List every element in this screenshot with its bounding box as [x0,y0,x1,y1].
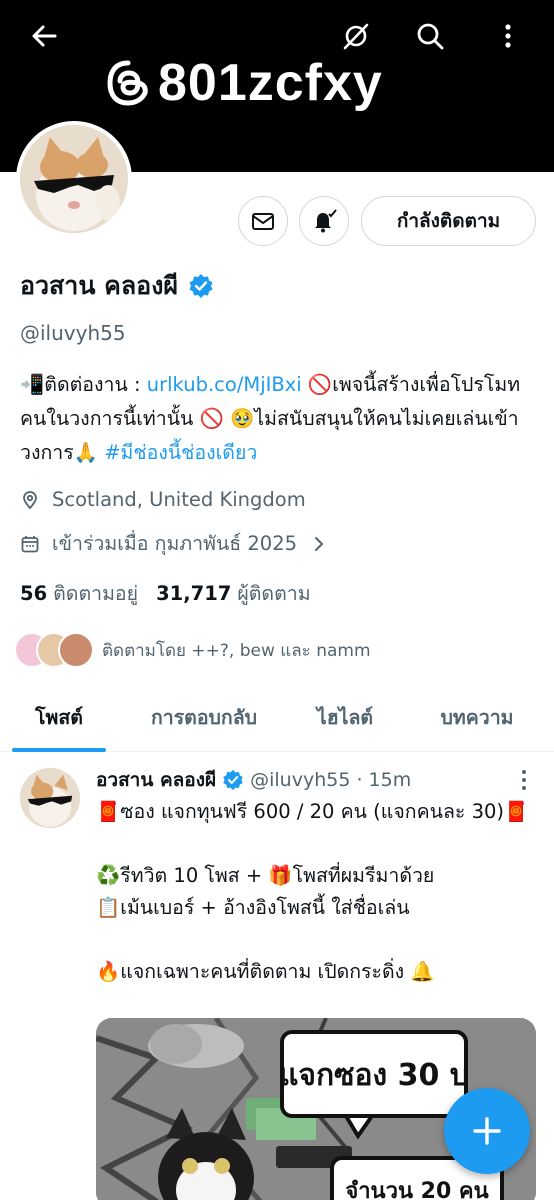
calendar-icon [21,535,39,552]
followers-label: ผู้ติดตาม [237,582,311,605]
location-row: Scotland, United Kingdom [20,488,306,511]
post-author-name[interactable]: อวสาน คลองผี [96,765,216,795]
location-text: Scotland, United Kingdom [52,488,306,511]
following-count-link[interactable]: 56 ติดตามอยู่ [20,578,138,609]
tab-label: โพสต์ [35,705,83,729]
verified-badge-icon [223,769,243,791]
following-label: ติดตามอยู่ [53,582,139,605]
profile-avatar[interactable] [16,121,132,237]
bio-prefix: 📲ติดต่องาน : [20,373,147,396]
joined-row[interactable]: เข้าร่วมเมื่อ กุมภาพันธ์ 2025 [20,528,329,559]
bio-hashtag[interactable]: #มีช่องนี้ช่องเดียว [104,441,257,464]
profile-handle: @iluvyh55 [20,321,126,345]
followed-by-row[interactable]: ติดตามโดย ++?, bew และ namm [14,632,371,668]
envelope-icon [252,213,274,230]
verified-badge-icon [189,274,213,298]
tab-articles[interactable]: บทความ [400,682,554,752]
tab-label: บทความ [440,705,514,729]
post-author-handle: @iluvyh55 [250,769,351,791]
profile-bio: 📲ติดต่องาน : urlkub.co/MjIBxi 🚫เพจนี้สร้… [20,368,540,470]
tab-posts[interactable]: โพสต์ [0,682,118,752]
post-time: · 15m [356,769,412,791]
post-avatar[interactable] [20,768,80,828]
followers-count: 31,717 [156,582,232,605]
post-text: 🧧ซอง แจกทุนฟรี 600 / 20 คน (แจกคนละ 30)🧧… [96,800,529,983]
followers-count-link[interactable]: 31,717 ผู้ติดตาม [156,578,310,609]
follower-avatar [58,632,94,668]
search-icon [417,23,444,50]
tab-label: ไฮไลต์ [316,705,374,729]
notifications-button[interactable] [299,196,349,246]
grok-icon [343,23,369,50]
more-vertical-icon [505,24,511,48]
following-count: 56 [20,582,48,605]
chevron-right-icon [315,536,324,551]
followed-by-text: ติดตามโดย ++?, bew และ namm [102,640,371,661]
compose-button[interactable] [444,1088,530,1174]
poster-subtext: จำนวน 20 คน [345,1179,488,1200]
threads-icon [107,60,148,106]
profile-tabs: โพสต์ การตอบกลับ ไฮไลต์ บทความ [0,682,554,752]
poster-headline: แจกซอง 30 บ [279,1058,469,1093]
banner-logo: 801zcfxy [104,50,383,116]
banner-text: 801zcfxy [158,54,383,112]
bell-check-icon [315,209,337,233]
tab-replies[interactable]: การตอบกลับ [118,682,290,752]
message-button[interactable] [238,196,288,246]
plus-icon [473,1117,501,1145]
tab-highlights[interactable]: ไฮไลต์ [290,682,400,752]
cat-sunglasses-avatar-image [20,125,128,233]
location-pin-icon [23,490,37,509]
more-options-button[interactable] [486,14,530,58]
post-header: อวสาน คลองผี @iluvyh55 · 15m [96,765,411,795]
joined-text: เข้าร่วมเมื่อ กุมภาพันธ์ 2025 [52,532,298,555]
cat-sunglasses-avatar-image [20,768,80,828]
display-name: อวสาน คลองผี [20,271,179,300]
bio-link[interactable]: urlkub.co/MjIBxi [147,373,302,396]
following-button[interactable]: กำลังติดตาม [361,196,536,246]
post-more-icon[interactable] [512,768,536,792]
back-arrow-icon [32,25,57,47]
tab-label: การตอบกลับ [150,705,258,729]
back-button[interactable] [22,14,66,58]
grok-button[interactable] [334,14,378,58]
search-button[interactable] [408,14,452,58]
